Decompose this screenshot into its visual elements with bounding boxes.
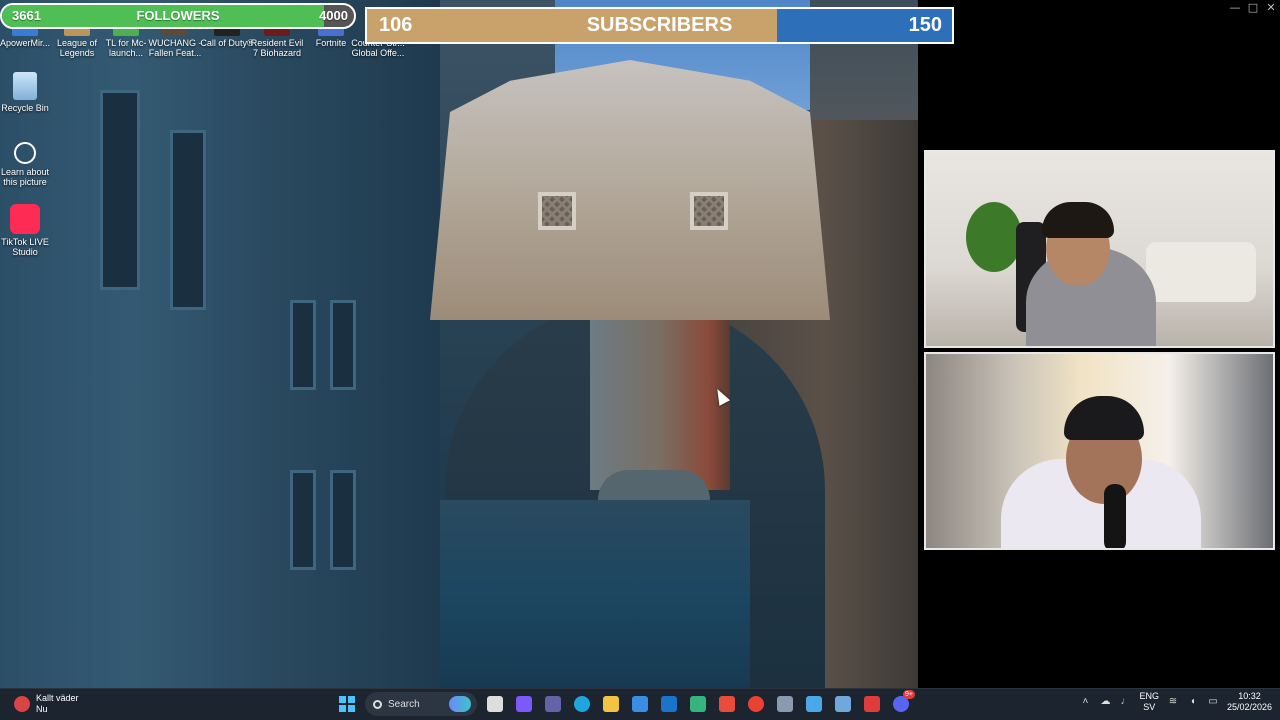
- windows-start-icon[interactable]: [335, 692, 359, 716]
- obs-record-icon[interactable]: [860, 692, 884, 716]
- desktop-icon-resident-evil[interactable]: Resident Evil 7 Biohazard: [248, 26, 306, 58]
- chevron-up-icon[interactable]: ˄: [1079, 696, 1091, 708]
- wallpaper-canal: [440, 500, 750, 688]
- volume-icon[interactable]: ◖: [1187, 696, 1199, 708]
- onedrive-icon[interactable]: ☁: [1099, 696, 1111, 708]
- weather-title: Kallt väder: [36, 693, 79, 703]
- wallpaper-bridge-window: [538, 192, 576, 230]
- microphone-icon: [1104, 484, 1126, 548]
- learn-about-picture-icon: [14, 142, 36, 164]
- desktop-wallpaper: [0, 0, 918, 688]
- file-explorer-icon[interactable]: [599, 692, 623, 716]
- edge-icon[interactable]: [570, 692, 594, 716]
- weather-thermometer-icon: [14, 696, 30, 712]
- wifi-icon[interactable]: ≋: [1167, 696, 1179, 708]
- copilot-app-icon[interactable]: [512, 692, 536, 716]
- shield-vpn-icon[interactable]: [686, 692, 710, 716]
- followers-label: FOLLOWERS: [136, 8, 220, 23]
- desktop-icon-apowermirror[interactable]: ApowerMir...: [0, 26, 54, 48]
- webcam-person-beanie: [1064, 396, 1144, 440]
- discord-icon[interactable]: 9+: [889, 690, 915, 716]
- box-app-icon[interactable]: [773, 692, 797, 716]
- subscribers-label: SUBSCRIBERS: [586, 14, 733, 36]
- notification-badge: 9+: [903, 690, 915, 699]
- wallpaper-bridge-of-sighs: [430, 60, 830, 320]
- tiktok-live-studio-icon: [10, 204, 40, 234]
- followers-goal-bar: FOLLOWERS 3661 4000: [0, 3, 356, 29]
- clock[interactable]: 10:32 25/02/2026: [1227, 691, 1272, 713]
- microsoft-store-icon[interactable]: [628, 692, 652, 716]
- wallpaper-building-left: [0, 0, 440, 688]
- recycle-bin-icon: [13, 72, 37, 100]
- taskbar-search-box[interactable]: Search: [365, 692, 477, 716]
- clock-date: 25/02/2026: [1226, 702, 1272, 712]
- wallpaper-bridge-window: [690, 192, 728, 230]
- wallpaper-far-buildings: [590, 320, 730, 490]
- microphone-tray-icon[interactable]: ♩: [1119, 696, 1131, 708]
- followers-goal: 4000: [319, 8, 348, 23]
- followers-current: 3661: [12, 8, 41, 23]
- webcam-feed-top: [924, 150, 1275, 348]
- subscribers-current: 106: [379, 14, 413, 36]
- search-icon: [373, 699, 382, 709]
- close-icon[interactable]: ✕: [1264, 2, 1278, 14]
- language-indicator[interactable]: ENG SV: [1139, 691, 1159, 713]
- battery-icon[interactable]: ▭: [1207, 696, 1219, 708]
- system-tray: ˄ ☁ ♩ ENG SV ≋ ◖ ▭ 10:32 25/02/2026: [1079, 691, 1272, 713]
- teams-icon[interactable]: [541, 692, 565, 716]
- desktop-icon-recycle-bin[interactable]: Recycle Bin: [0, 72, 54, 113]
- desktop-icon-learn-about-picture[interactable]: Learn about this picture: [0, 142, 54, 187]
- photos-icon[interactable]: [802, 692, 826, 716]
- search-placeholder: Search: [388, 698, 420, 710]
- webcam-plant: [966, 202, 1022, 272]
- weather-widget[interactable]: Kallt väder Nu: [14, 693, 79, 715]
- task-view-icon[interactable]: [483, 692, 507, 716]
- subscribers-goal-bar: SUBSCRIBERS 106 150: [365, 7, 954, 44]
- webcam-sofa: [1146, 242, 1256, 302]
- minimize-icon[interactable]: —: [1228, 2, 1242, 14]
- wallpaper-small-bridge: [598, 470, 710, 500]
- taskbar-center: Search 9+: [335, 690, 915, 716]
- webcam-person-hair: [1042, 202, 1114, 238]
- desktop-icon-wuchang[interactable]: WUCHANG - Fallen Feat...: [146, 26, 204, 58]
- taskbar: Kallt väder Nu Search 9+ ˄ ☁ ♩ ENG SV ≋: [0, 688, 1280, 720]
- subscribers-goal: 150: [908, 14, 942, 36]
- remote-desktop-icon[interactable]: [831, 692, 855, 716]
- clock-time: 10:32: [1238, 691, 1261, 701]
- webcam-feed-bottom: [924, 352, 1275, 550]
- m365-icon[interactable]: [715, 692, 739, 716]
- chrome-icon[interactable]: [744, 692, 768, 716]
- outlook-icon[interactable]: [657, 692, 681, 716]
- weather-subtitle: Nu: [36, 704, 48, 714]
- copilot-icon: [449, 696, 471, 712]
- screen: — □ ✕ ApowerMir... League of Legends TL fo…: [0, 0, 1280, 720]
- taskbar-pinned-apps: 9+: [483, 690, 915, 716]
- maximize-icon[interactable]: □: [1246, 2, 1260, 14]
- desktop-icon-tiktok-live-studio[interactable]: TikTok LIVE Studio: [0, 204, 54, 257]
